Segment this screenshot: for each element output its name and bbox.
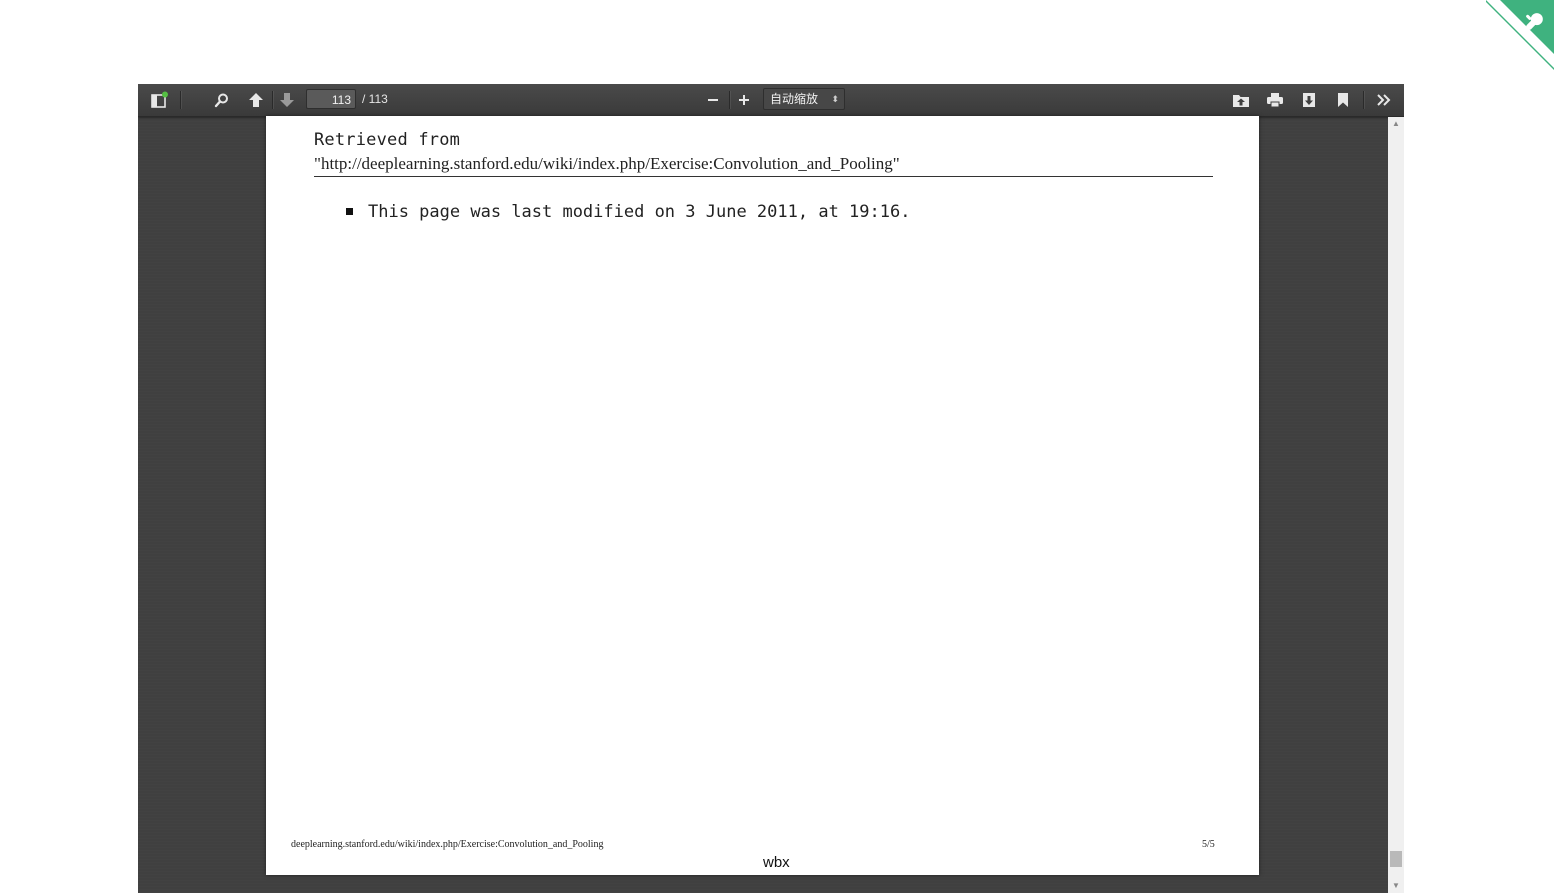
footer-url: deeplearning.stanford.edu/wiki/index.php… [291,839,604,850]
pdf-page: Retrieved from "http://deeplearning.stan… [266,116,1259,875]
double-chevron-right-icon [1377,94,1391,106]
page-count: / 113 [362,92,388,106]
search-button[interactable] [209,88,235,112]
search-icon [214,93,228,108]
footer-page-number: 5/5 [1202,839,1215,850]
minus-icon [708,99,718,101]
page-number-input[interactable]: 113 [306,89,356,109]
select-arrows-icon: ⬍ [831,94,839,104]
zoom-select[interactable]: 自动缩放 ⬍ [763,88,845,110]
sidebar-toggle-icon [151,91,168,108]
download-icon [1303,93,1315,107]
zoom-select-value: 自动缩放 [770,92,819,106]
scroll-down-arrow-icon[interactable]: ▼ [1388,879,1404,893]
plus-icon [739,95,749,105]
bookmark-button[interactable] [1330,88,1356,112]
open-file-button[interactable] [1228,88,1254,112]
tools-button[interactable] [1371,88,1397,112]
arrow-up-icon [249,93,263,107]
download-button[interactable] [1296,88,1322,112]
sidebar-toggle-button[interactable] [146,88,172,112]
github-octocat-icon[interactable] [1486,0,1556,70]
notification-dot [162,91,168,98]
bullet-marker [346,208,353,215]
zoom-out-button[interactable] [700,88,726,112]
toolbar-divider [180,91,181,109]
scroll-thumb[interactable] [1390,851,1402,867]
watermark-text: wbx [763,854,790,871]
pdf-viewer: 113 / 113 自动缩放 ⬍ Retrieved from "http://… [138,84,1404,893]
url-underline [314,176,1213,177]
toolbar: 113 / 113 自动缩放 ⬍ [138,84,1404,117]
zoom-in-button[interactable] [731,88,757,112]
arrow-down-icon [280,93,294,107]
toolbar-divider [272,91,273,109]
toolbar-divider [729,91,730,109]
scroll-up-arrow-icon[interactable]: ▲ [1388,117,1404,131]
bookmark-icon [1338,93,1348,107]
retrieved-label: Retrieved from [314,130,461,150]
print-button[interactable] [1262,88,1288,112]
previous-page-button[interactable] [243,88,269,112]
print-icon [1267,93,1283,108]
last-modified-text: This page was last modified on 3 June 20… [368,202,911,222]
toolbar-divider [1363,91,1364,109]
open-file-icon [1233,95,1249,107]
retrieved-url[interactable]: "http://deeplearning.stanford.edu/wiki/i… [314,154,900,174]
corner-ribbon[interactable] [1486,0,1556,70]
vertical-scrollbar[interactable]: ▲ ▼ [1388,117,1404,893]
next-page-button[interactable] [274,88,300,112]
